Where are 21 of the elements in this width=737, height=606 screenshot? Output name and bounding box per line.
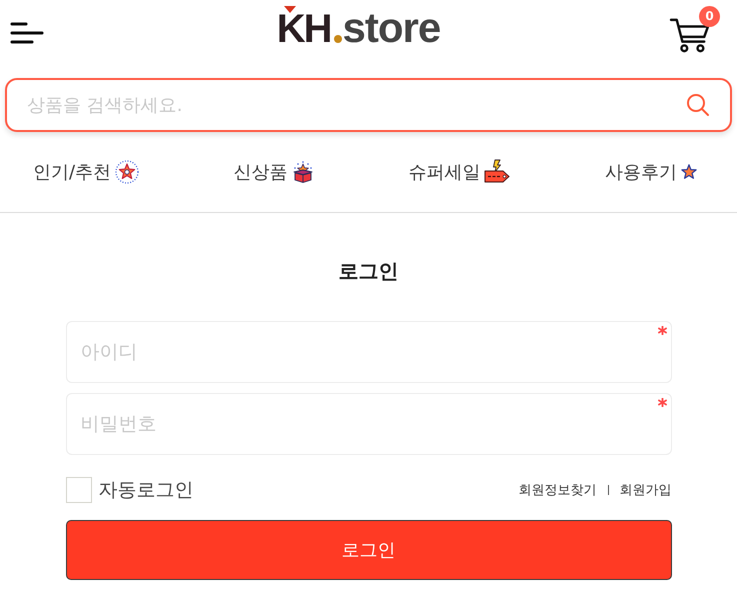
account-link[interactable]: 회원정보찾기 bbox=[518, 481, 596, 499]
auto-login-label[interactable]: 자동로그인 bbox=[98, 477, 194, 503]
triangle-icon bbox=[284, 6, 296, 12]
menu-icon[interactable] bbox=[10, 21, 44, 45]
account-link[interactable]: 회원가입 bbox=[620, 481, 672, 499]
category-link[interactable]: 신상품 bbox=[234, 160, 288, 184]
gift-box-icon bbox=[292, 161, 314, 183]
sale-tag-icon bbox=[484, 159, 510, 185]
logo-name[interactable]: store bbox=[342, 8, 440, 48]
category-link[interactable]: 사용후기 bbox=[605, 160, 677, 184]
category-link[interactable]: 슈퍼세일 bbox=[408, 160, 480, 184]
auto-login-checkbox[interactable] bbox=[66, 477, 92, 503]
dot-icon bbox=[334, 34, 342, 42]
cart-count-badge: 0 bbox=[699, 6, 720, 27]
login-title: 로그인 bbox=[338, 258, 398, 285]
star-badge-icon bbox=[115, 160, 140, 184]
star-icon bbox=[681, 164, 697, 180]
login-button[interactable]: 로그인 bbox=[66, 520, 672, 580]
logo-mark[interactable]: KH bbox=[276, 6, 331, 50]
category-link[interactable]: 인기/추천 bbox=[33, 160, 112, 184]
search-icon[interactable] bbox=[686, 93, 710, 117]
